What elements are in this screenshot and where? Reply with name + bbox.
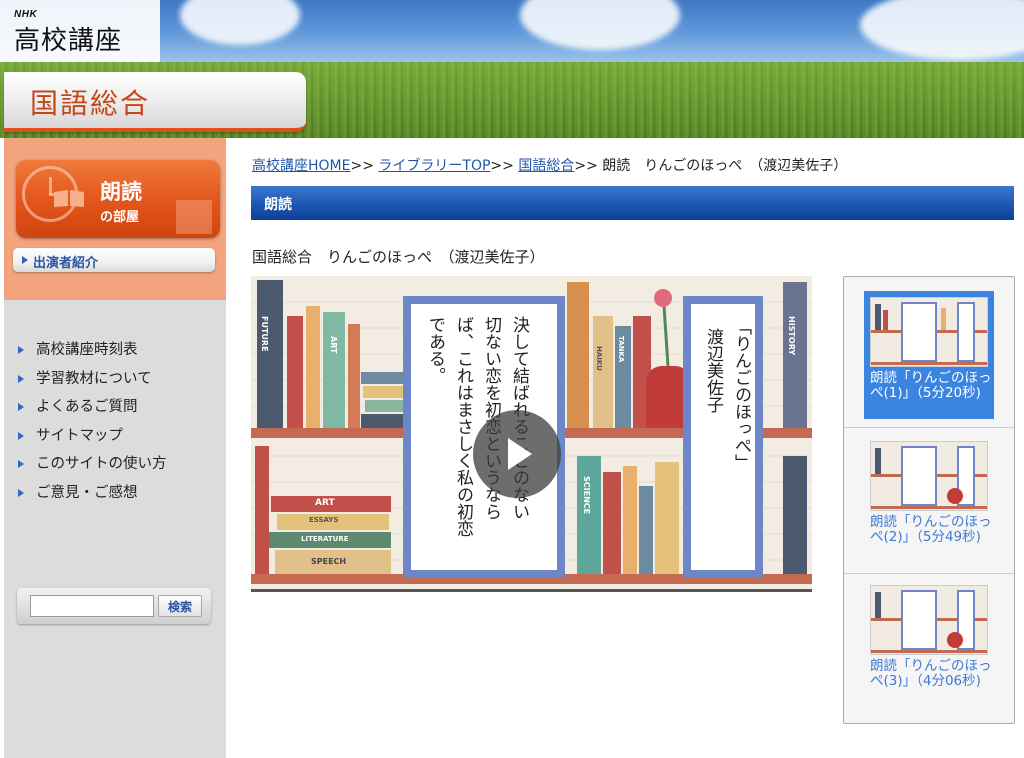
book-spine-label: SCIENCE xyxy=(582,476,591,515)
playlist-item[interactable]: 朗読「りんごのほっぺ(3)」（4分06秒) xyxy=(844,575,1014,720)
cast-intro-button[interactable]: 出演者紹介 xyxy=(13,248,215,272)
cloud-decoration xyxy=(860,0,1024,60)
book-spine-label: LITERATURE xyxy=(301,535,349,543)
search-input[interactable] xyxy=(30,595,154,617)
search-button[interactable]: 検索 xyxy=(158,595,202,617)
site-logo[interactable]: NHK 高校講座 xyxy=(0,0,160,62)
breadcrumb-separator: >> xyxy=(574,158,598,174)
playlist-item[interactable]: 朗読「りんごのほっぺ(1)」（5分20秒) xyxy=(844,277,1014,422)
breadcrumb-separator: >> xyxy=(350,158,374,174)
sidebar-link-faq[interactable]: よくあるご質問 xyxy=(18,397,167,426)
building-icon xyxy=(176,200,212,234)
playlist-item-label: 朗読「りんごのほっぺ(3)」（4分06秒) xyxy=(870,658,992,689)
breadcrumb-library[interactable]: ライブラリーTOP xyxy=(378,158,490,174)
book-spine-label: ESSAYS xyxy=(309,516,339,524)
poem-line: である。 xyxy=(425,316,445,384)
reading-room-title: 朗読 xyxy=(100,180,142,204)
book-spine-label: FUTURE xyxy=(260,316,269,352)
subject-title: 国語総合 xyxy=(30,87,151,120)
reading-room-subtitle: の部屋 xyxy=(100,210,140,225)
playlist-thumbnail xyxy=(870,297,988,367)
cast-intro-label: 出演者紹介 xyxy=(33,256,99,271)
section-header-title: 朗読 xyxy=(264,197,292,213)
title-card-author: 渡辺美佐子 xyxy=(703,328,723,413)
cloud-decoration xyxy=(180,0,300,45)
book-spine-label: HAIKU xyxy=(595,346,603,371)
playlist-item-label: 朗読「りんごのほっぺ(2)」（5分49秒) xyxy=(870,514,992,545)
sidebar-link-sitemap[interactable]: サイトマップ xyxy=(18,426,167,455)
site-logo-title: 高校講座 xyxy=(14,26,123,56)
breadcrumb-current: 朗読 りんごのほっぺ （渡辺美佐子） xyxy=(602,158,848,174)
book-spine-label: ART xyxy=(315,498,335,508)
subject-tab: 国語総合 xyxy=(4,72,306,132)
book-spine-label: ART xyxy=(329,336,338,354)
sidebar-links: 高校講座時刻表 学習教材について よくあるご質問 サイトマップ このサイトの使い… xyxy=(18,340,167,511)
breadcrumb-home[interactable]: 高校講座HOME xyxy=(252,158,350,174)
poem-line: ば、これはまさしく私の初恋 xyxy=(453,316,473,537)
book-icon xyxy=(54,190,84,207)
nhk-logo-text: NHK xyxy=(14,9,38,20)
playlist-item[interactable]: 朗読「りんごのほっぺ(2)」（5分49秒) xyxy=(844,429,1014,574)
breadcrumb: 高校講座HOME>> ライブラリーTOP>> 国語総合>> 朗読 りんごのほっぺ… xyxy=(252,155,847,175)
book-spine-label: SPEECH xyxy=(311,557,347,566)
book-spine-label: TANKA xyxy=(617,336,625,363)
section-header-bar: 朗読 xyxy=(251,186,1014,220)
sidebar-link-feedback[interactable]: ご意見・ご感想 xyxy=(18,483,167,512)
title-card-text: 「りんごのほっぺ」 渡辺美佐子 xyxy=(699,318,755,558)
search-box: 検索 xyxy=(17,588,211,624)
video-playlist: 朗読「りんごのほっぺ(1)」（5分20秒) 朗読「りんごのほっぺ(2)」（5分4… xyxy=(843,276,1015,724)
playlist-item-label: 朗読「りんごのほっぺ(1)」（5分20秒) xyxy=(870,370,992,401)
playlist-thumbnail xyxy=(870,441,988,511)
reading-room-button[interactable]: 朗読 の部屋 xyxy=(16,160,220,238)
title-card-title: 「りんごのほっぺ」 xyxy=(731,318,751,471)
content-title: 国語総合 りんごのほっぺ （渡辺美佐子） xyxy=(252,248,545,266)
playlist-thumbnail xyxy=(870,585,988,655)
sidebar-link-materials[interactable]: 学習教材について xyxy=(18,369,167,398)
sidebar-link-schedule[interactable]: 高校講座時刻表 xyxy=(18,340,167,369)
breadcrumb-subject[interactable]: 国語総合 xyxy=(518,158,574,174)
cloud-decoration xyxy=(520,0,680,50)
play-button[interactable] xyxy=(473,410,561,498)
header-banner: NHK 高校講座 国語総合 xyxy=(0,0,1024,138)
sidebar-top: 朗読 の部屋 出演者紹介 xyxy=(4,138,226,300)
book-spine-label: HISTORY xyxy=(787,316,796,356)
arrow-right-icon xyxy=(22,256,28,264)
breadcrumb-separator: >> xyxy=(490,158,514,174)
sidebar-link-howto[interactable]: このサイトの使い方 xyxy=(18,454,167,483)
